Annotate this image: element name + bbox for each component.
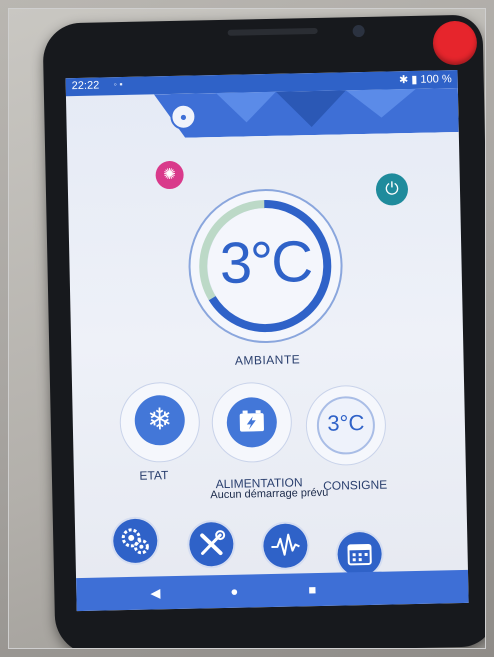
settings-nav-button[interactable] [112, 518, 158, 564]
gears-icon [121, 528, 149, 555]
consigne-temperature-value: 3°C [327, 410, 365, 436]
ambient-label: AMBIANTE [234, 352, 301, 368]
calendar-nav-button[interactable] [337, 531, 383, 577]
consigne-tile[interactable]: 3°C [306, 385, 386, 466]
light-button[interactable]: ✺ [155, 160, 184, 190]
user-icon: ● [179, 109, 188, 124]
red-sticker-button [432, 20, 478, 66]
power-icon: ⏻ [385, 179, 399, 199]
system-navigation-bar: ◀ ● ■ [76, 569, 469, 612]
battery-percent: 100 % [420, 73, 452, 86]
phone-screen: 22:22 ◦ ▪ ✱ ▮ 100 % ● ✺ ⏻ 3°C AMBIANTE ❄… [65, 69, 469, 612]
back-icon[interactable]: ◀ [150, 585, 160, 601]
status-time: 22:22 [71, 79, 100, 93]
photo-frame: 22:22 ◦ ▪ ✱ ▮ 100 % ● ✺ ⏻ 3°C AMBIANTE ❄… [8, 8, 486, 649]
lightbulb-icon: ✺ [163, 165, 177, 184]
battery-status: ✱ ▮ 100 % [399, 72, 452, 86]
header-decoration [215, 88, 416, 128]
tools-nav-button[interactable] [188, 521, 234, 567]
battery-icon [226, 396, 278, 448]
schedule-notice: Aucun démarrage prévu [210, 486, 329, 502]
waveform-icon [271, 533, 300, 556]
calendar-icon [347, 543, 372, 566]
monitoring-nav-button[interactable] [262, 523, 308, 569]
recents-icon[interactable]: ■ [308, 582, 316, 597]
etat-label: ETAT [139, 468, 169, 483]
bluetooth-icon: ✱ ▮ [398, 73, 421, 87]
phone: 22:22 ◦ ▪ ✱ ▮ 100 % ● ✺ ⏻ 3°C AMBIANTE ❄… [42, 14, 485, 648]
home-icon[interactable]: ● [230, 584, 238, 599]
tools-icon [200, 530, 226, 556]
ambient-temperature-value: 3°C [219, 229, 312, 297]
alimentation-tile[interactable] [212, 382, 292, 463]
earpiece-speaker [227, 27, 318, 36]
notification-icons: ◦ ▪ [113, 79, 123, 90]
power-button[interactable]: ⏻ [375, 173, 409, 206]
etat-tile[interactable]: ❄ [119, 382, 200, 463]
front-camera [352, 24, 365, 38]
